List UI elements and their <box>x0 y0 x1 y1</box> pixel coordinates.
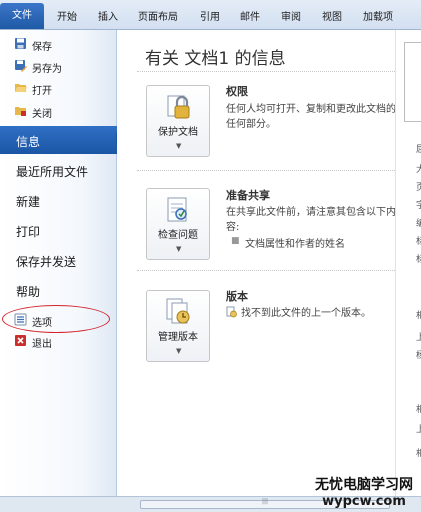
tab-addins[interactable]: 加载项 <box>363 8 393 23</box>
save-command[interactable]: 保存 <box>0 34 112 54</box>
nav-new-label: 新建 <box>16 195 41 209</box>
tab-file[interactable]: 文件 <box>0 3 44 29</box>
divider <box>137 270 397 271</box>
manage-versions-label: 管理版本 <box>158 332 198 343</box>
nav-info[interactable]: 信息 <box>0 126 124 154</box>
inspect-document-icon <box>167 197 187 222</box>
save-as-command[interactable]: 另存为 <box>0 56 112 76</box>
tab-insert[interactable]: 插入 <box>98 8 118 23</box>
exit-icon <box>15 335 26 346</box>
check-issues-button[interactable]: 检查问题 ▼ <box>146 188 210 260</box>
dropdown-arrow-icon: ▼ <box>176 347 182 355</box>
property-label: 标 <box>416 237 421 247</box>
info-panel: 有关 文档1 的信息 保护文档 ▼ 权限 任何人均可打开、复制和更改此文档的任何… <box>117 30 397 496</box>
property-label: 相 <box>416 449 421 459</box>
permissions-text: 任何人均可打开、复制和更改此文档的任何部分。 <box>226 104 396 130</box>
protect-document-button[interactable]: 保护文档 ▼ <box>146 85 210 157</box>
property-label: 屈 <box>416 145 421 155</box>
highlight-ellipse <box>2 305 110 333</box>
property-label: 大 <box>416 165 421 175</box>
close-command[interactable]: 关闭 <box>0 101 112 121</box>
prepare-bullet-text: 文档属性和作者的姓名 <box>245 239 345 250</box>
ribbon-tab-bar: 文件 开始 插入 页面布局 引用 邮件 审阅 视图 加载项 <box>0 0 421 30</box>
open-folder-icon <box>15 84 27 92</box>
property-label: 相 <box>416 405 421 415</box>
divider <box>137 170 397 171</box>
tab-view[interactable]: 视图 <box>322 8 342 23</box>
document-clock-icon <box>226 306 237 318</box>
page-title: 有关 文档1 的信息 <box>145 49 286 69</box>
open-label: 打开 <box>32 86 52 97</box>
manage-versions-button[interactable]: 管理版本 ▼ <box>146 290 210 362</box>
nav-save-send-label: 保存并发送 <box>16 255 77 269</box>
nav-recent[interactable]: 最近所用文件 <box>0 156 117 184</box>
properties-column: 屈 大 页 字 编 标 标 相 上 杨 相 上 相 <box>395 30 421 496</box>
nav-help-label: 帮助 <box>16 285 41 299</box>
nav-print-label: 打印 <box>16 225 41 239</box>
save-icon <box>15 38 26 49</box>
watermark-url: wypcw.com <box>322 494 406 509</box>
exit-label: 退出 <box>32 339 52 350</box>
save-as-label: 另存为 <box>32 64 62 75</box>
property-label: 字 <box>416 201 421 211</box>
nav-help[interactable]: 帮助 <box>0 276 117 304</box>
save-as-icon <box>15 60 27 72</box>
tab-references[interactable]: 引用 <box>200 8 220 23</box>
close-folder-icon <box>15 107 26 116</box>
versions-text: 找不到此文件的上一个版本。 <box>241 308 371 319</box>
nav-recent-label: 最近所用文件 <box>16 165 89 179</box>
check-issues-label: 检查问题 <box>158 230 198 241</box>
tab-mailings[interactable]: 邮件 <box>240 8 260 23</box>
property-label: 相 <box>416 311 421 321</box>
nav-info-label: 信息 <box>16 135 41 149</box>
bullet-icon: ■ <box>231 236 240 246</box>
lock-icon <box>167 95 190 119</box>
site-watermark: 无忧电脑学习网 wypcw.com <box>315 474 413 509</box>
property-label: 标 <box>416 255 421 265</box>
document-thumbnail <box>404 42 421 122</box>
property-label: 页 <box>416 183 421 193</box>
backstage-sidebar: 保存 另存为 打开 关闭 信息 最近所用文件 新建 打印 保存并发送 帮助 选项… <box>0 30 124 496</box>
tab-page-layout[interactable]: 页面布局 <box>138 8 178 23</box>
nav-new[interactable]: 新建 <box>0 186 117 214</box>
nav-print[interactable]: 打印 <box>0 216 117 244</box>
close-label: 关闭 <box>32 109 52 120</box>
nav-save-send[interactable]: 保存并发送 <box>0 246 117 274</box>
scroll-grip-icon: ||| <box>262 498 269 505</box>
property-label: 上 <box>416 333 421 343</box>
open-command[interactable]: 打开 <box>0 78 112 98</box>
exit-command[interactable]: 退出 <box>0 331 112 351</box>
tab-review[interactable]: 审阅 <box>281 8 301 23</box>
property-label: 杨 <box>416 351 421 361</box>
versions-heading: 版本 <box>226 290 248 303</box>
prepare-heading: 准备共享 <box>226 189 270 202</box>
dropdown-arrow-icon: ▼ <box>176 245 182 253</box>
dropdown-arrow-icon: ▼ <box>176 142 182 150</box>
property-label: 上 <box>416 425 421 435</box>
prepare-text: 在共享此文件前，请注意其包含以下内容: <box>226 207 396 233</box>
watermark-title: 无忧电脑学习网 <box>315 477 413 493</box>
tab-home[interactable]: 开始 <box>57 8 77 23</box>
divider <box>137 71 397 72</box>
permissions-heading: 权限 <box>226 85 248 98</box>
property-label: 编 <box>416 219 421 229</box>
versions-icon <box>166 298 190 324</box>
save-label: 保存 <box>32 42 52 53</box>
protect-document-label: 保护文档 <box>158 127 198 138</box>
